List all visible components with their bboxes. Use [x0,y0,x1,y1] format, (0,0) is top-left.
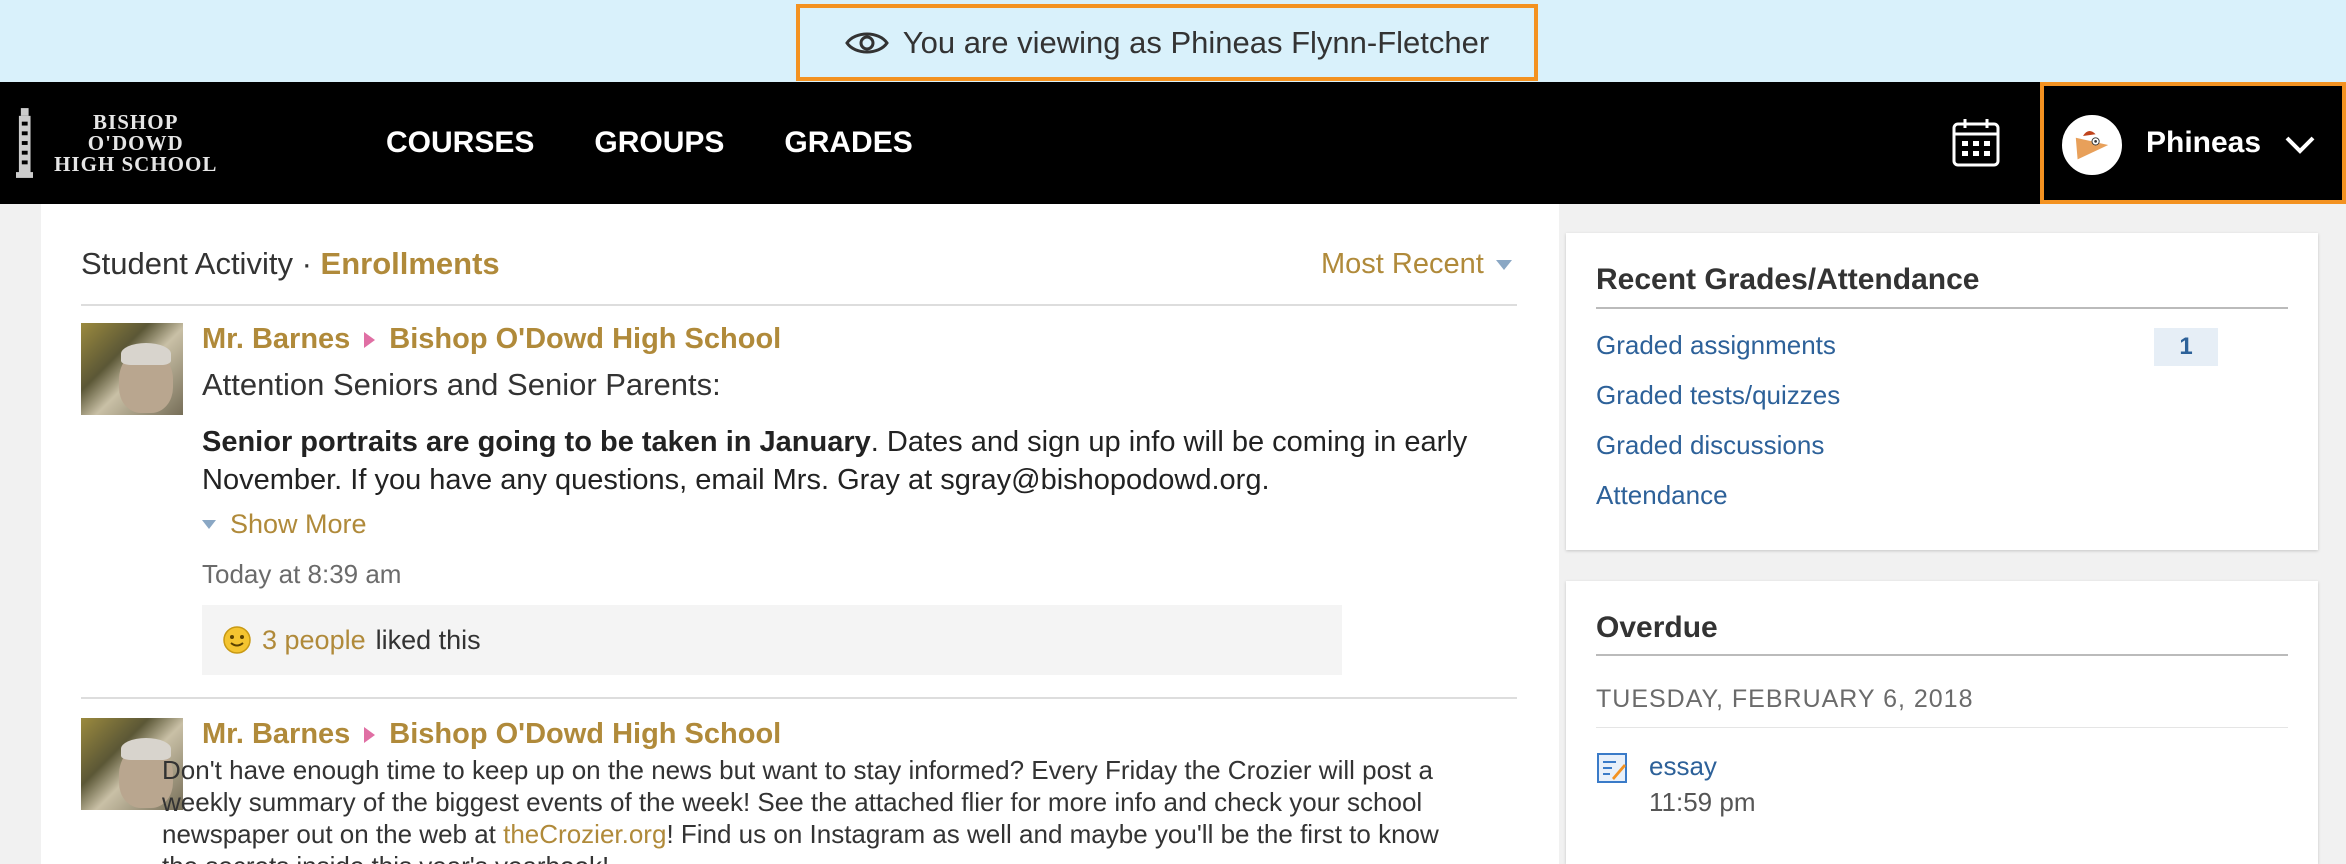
smiley-icon [223,626,251,654]
post-timestamp: Today at 8:39 am [202,559,402,589]
likes-suffix: liked this [375,624,481,655]
overdue-assignment-link[interactable]: essay [1649,751,1717,782]
user-menu[interactable]: Phineas [2040,82,2346,204]
assignment-icon [1597,753,1627,783]
eye-icon [844,32,889,53]
masquerade-text: You are viewing as Phineas Flynn-Fletche… [902,24,1490,60]
masquerade-indicator[interactable]: You are viewing as Phineas Flynn-Fletche… [796,4,1538,81]
sort-dropdown[interactable]: Most Recent [1321,248,1512,281]
logo-text: BISHOP O'DOWD HIGH SCHOOL [45,109,226,176]
likes-bar: 3 people liked this [202,605,1342,675]
recent-grades-card: Recent Grades/Attendance Graded assignme… [1566,233,2318,550]
author-link[interactable]: Mr. Barnes [202,323,350,356]
nav-groups[interactable]: GROUPS [594,126,724,160]
activity-panel: Student Activity · Enrollments Most Rece… [41,204,1559,864]
sort-label: Most Recent [1321,248,1484,280]
nav-courses[interactable]: COURSES [386,126,534,160]
divider [81,697,1517,699]
overdue-time: 11:59 pm [1649,787,1756,817]
graded-discussions-link[interactable]: Graded discussions [1596,430,1824,461]
user-name: Phineas [2146,126,2262,159]
crozier-link[interactable]: theCrozier.org [503,819,666,849]
caret-down-icon [1495,259,1512,270]
calendar-icon[interactable] [1952,117,2000,167]
tower-icon [16,108,34,178]
post-bold-text: Senior portraits are going to be taken i… [202,426,871,458]
logo-line-2: HIGH SCHOOL [54,151,218,176]
nav-grades[interactable]: GRADES [784,126,912,160]
post-body: Don't have enough time to keep up on the… [162,754,1482,864]
masquerade-bar: You are viewing as Phineas Flynn-Fletche… [0,0,2346,82]
count-badge: 1 [2154,328,2218,366]
arrow-right-icon [364,331,376,348]
arrow-right-icon [364,726,376,743]
post-byline: Mr. Barnes Bishop O'Dowd High School [202,718,781,751]
activity-title: Student Activity [81,246,293,281]
divider [1596,654,2288,656]
post-byline: Mr. Barnes Bishop O'Dowd High School [202,323,781,356]
divider [1596,307,2288,309]
main-nav: COURSES GROUPS GRADES [386,82,913,204]
title-separator: · [301,246,312,281]
overdue-date: TUESDAY, FEBRUARY 6, 2018 [1596,685,1974,713]
activity-heading: Student Activity · Enrollments [81,246,500,282]
logo-line-1: BISHOP O'DOWD [87,109,184,155]
post-body: Senior portraits are going to be taken i… [202,423,1502,499]
author-link[interactable]: Mr. Barnes [202,718,350,751]
enrollments-link[interactable]: Enrollments [321,246,500,281]
attendance-link[interactable]: Attendance [1596,480,1728,511]
avatar [2062,115,2122,175]
card-title: Overdue [1596,611,1718,644]
show-more-label: Show More [230,509,367,539]
school-link[interactable]: Bishop O'Dowd High School [389,718,781,751]
graded-assignments-link[interactable]: Graded assignments [1596,330,1836,361]
school-link[interactable]: Bishop O'Dowd High School [389,323,781,356]
chevron-down-icon [2285,136,2315,154]
overdue-card: Overdue TUESDAY, FEBRUARY 6, 2018 essay … [1566,581,2318,864]
post-lead: Attention Seniors and Senior Parents: [202,367,721,402]
graded-tests-link[interactable]: Graded tests/quizzes [1596,380,1840,411]
top-header: BISHOP O'DOWD HIGH SCHOOL COURSES GROUPS… [0,82,2346,204]
divider [81,304,1517,306]
caret-down-icon [202,520,216,529]
likes-count-link[interactable]: 3 people [262,625,366,656]
show-more-link[interactable]: Show More [202,509,367,540]
card-title: Recent Grades/Attendance [1596,263,1980,296]
school-logo[interactable]: BISHOP O'DOWD HIGH SCHOOL [16,104,226,182]
author-photo[interactable] [81,323,183,415]
divider [1596,727,2288,728]
profile-picture-icon [2075,131,2109,160]
